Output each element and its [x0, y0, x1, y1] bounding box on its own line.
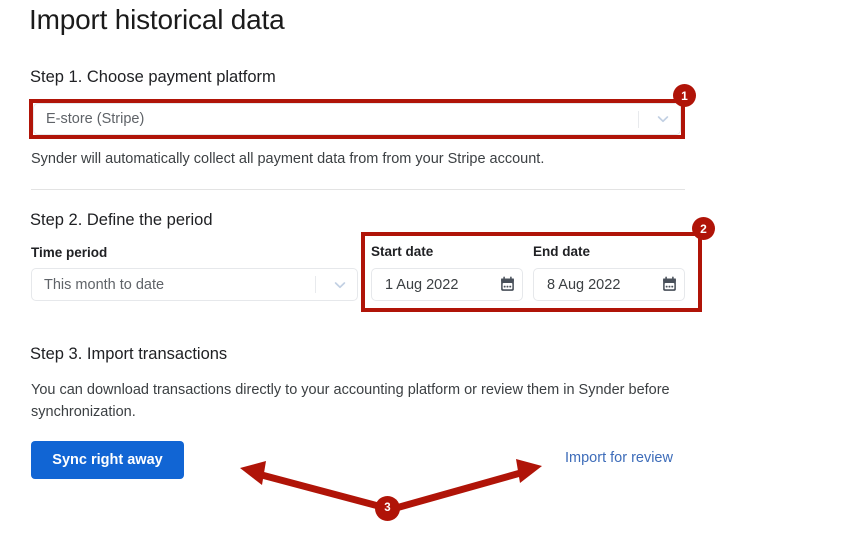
import-for-review-link[interactable]: Import for review: [565, 450, 673, 466]
end-date-label: End date: [533, 244, 591, 259]
step-3-help-text: You can download transactions directly t…: [31, 382, 670, 420]
section-divider: [31, 189, 685, 190]
step-3-heading: Step 3. Import transactions: [30, 345, 228, 363]
calendar-icon[interactable]: [492, 276, 522, 293]
calendar-icon[interactable]: [654, 276, 684, 293]
step-1-help-text: Synder will automatically collect all pa…: [31, 151, 545, 167]
time-period-value: This month to date: [44, 276, 165, 293]
import-historical-data-page: Import historical data Step 1. Choose pa…: [0, 0, 841, 543]
end-date-value: 8 Aug 2022: [547, 276, 621, 293]
start-date-label: Start date: [371, 244, 434, 259]
page-title: Import historical data: [29, 4, 285, 35]
payment-platform-value: E-store (Stripe): [46, 111, 145, 127]
payment-platform-select[interactable]: E-store (Stripe): [33, 103, 681, 135]
chevron-down-icon[interactable]: [327, 277, 353, 293]
end-date-input[interactable]: 8 Aug 2022: [533, 268, 685, 301]
annotation-badge-3: 3: [375, 496, 400, 521]
step-1-heading: Step 1. Choose payment platform: [30, 68, 276, 86]
start-date-input[interactable]: 1 Aug 2022: [371, 268, 523, 301]
select-divider: [315, 276, 316, 293]
annotation-badge-2: 2: [692, 217, 715, 240]
time-period-select[interactable]: This month to date: [31, 268, 358, 301]
start-date-value: 1 Aug 2022: [385, 276, 459, 293]
step-2-heading: Step 2. Define the period: [30, 211, 213, 229]
chevron-down-icon[interactable]: [650, 111, 676, 127]
annotation-badge-1: 1: [673, 84, 696, 107]
time-period-label: Time period: [31, 245, 108, 260]
select-divider: [638, 110, 639, 128]
sync-right-away-button[interactable]: Sync right away: [31, 441, 184, 479]
